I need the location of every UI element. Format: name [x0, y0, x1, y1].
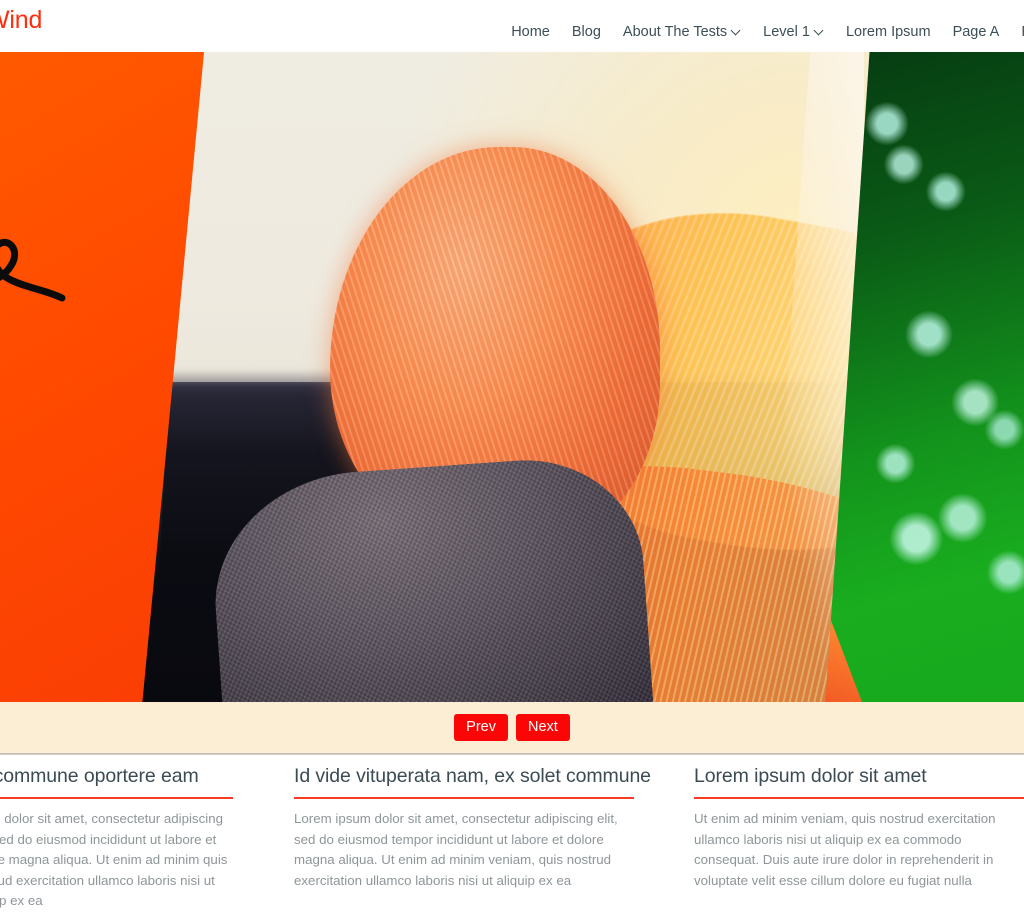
feature-title: Lorem ipsum dolor sit amet: [694, 765, 927, 787]
nav-item-blog[interactable]: Blog: [561, 25, 612, 40]
feature-column: Lorem ipsum dolor sit amet Ut enim ad mi…: [694, 756, 1024, 888]
feature-body: Lorem ipsum dolor sit amet, consectetur …: [294, 811, 618, 888]
chevron-down-icon: [815, 27, 824, 36]
nav-item-home[interactable]: Home: [500, 25, 561, 40]
next-button[interactable]: Next: [516, 713, 570, 742]
feature-rule: [294, 797, 634, 799]
feature-rule: [0, 797, 233, 799]
feature-body: psum dolor sit amet, consectetur adipisc…: [0, 811, 228, 909]
nav-item-level-1[interactable]: Level 1: [752, 25, 835, 40]
hero-carousel[interactable]: [0, 52, 1024, 702]
nav-label: Level 1: [763, 24, 810, 40]
nav-item-page-a[interactable]: Page A: [942, 25, 1011, 40]
feature-columns: let commune oportere eam psum dolor sit …: [0, 756, 1024, 908]
feature-title: Id vide vituperata nam, ex solet commune: [294, 765, 651, 787]
feature-column: let commune oportere eam psum dolor sit …: [0, 756, 261, 908]
site-logo[interactable]: Wind: [0, 6, 42, 35]
next-slide-sun: [824, 602, 870, 702]
section-divider: [0, 753, 1024, 755]
feature-column: Id vide vituperata nam, ex solet commune…: [294, 756, 668, 888]
nav-label: Home: [511, 24, 550, 40]
carousel-controls: Prev Next: [0, 702, 1024, 753]
squiggle-decoration: [0, 238, 66, 302]
site-header: Wind Home Blog About The Tests Level 1 L…: [0, 0, 1024, 52]
feature-rule: [694, 797, 1024, 799]
chevron-down-icon: [732, 27, 741, 36]
main-navigation: Home Blog About The Tests Level 1 Lorem …: [500, 25, 1024, 40]
nav-label: About The Tests: [622, 24, 728, 40]
prev-button[interactable]: Prev: [454, 713, 508, 742]
nav-item-about-the-tests[interactable]: About The Tests: [612, 25, 752, 40]
nav-item-lorem-ipsum[interactable]: Lorem Ipsum: [835, 25, 942, 40]
nav-label: Lorem Ipsum: [845, 24, 931, 40]
nav-item-page-b[interactable]: P: [1010, 25, 1024, 40]
feature-title: let commune oportere eam: [0, 765, 199, 787]
feature-body: Ut enim ad minim veniam, quis nostrud ex…: [694, 811, 996, 888]
nav-label: Page A: [952, 24, 1000, 40]
nav-label: Blog: [571, 24, 601, 40]
